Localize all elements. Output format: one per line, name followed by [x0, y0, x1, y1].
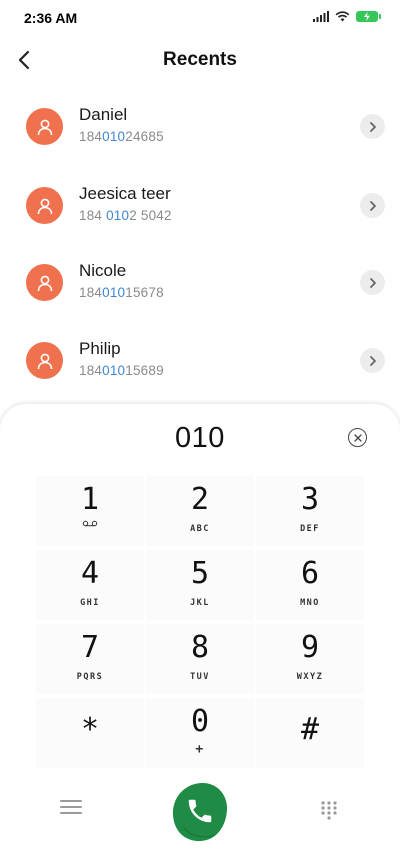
key-9[interactable]: 9 WXYZ [256, 624, 364, 694]
key-digit: # [300, 712, 320, 747]
key-3[interactable]: 3 DEF [256, 476, 364, 546]
key-letters: TUV [190, 672, 210, 682]
key-8[interactable]: 8 TUV [146, 624, 254, 694]
key-letters: JKL [190, 598, 210, 608]
key-7[interactable]: 7 PQRS [36, 624, 144, 694]
close-icon [353, 433, 362, 442]
key-letters: DEF [300, 524, 320, 534]
dialpad-toggle-button[interactable] [320, 800, 338, 820]
key-digit: 0 [190, 704, 210, 739]
phone-icon [188, 799, 212, 823]
key-digit: 1 [80, 482, 100, 517]
key-digit: * [80, 712, 100, 747]
key-6[interactable]: 6 MNO [256, 550, 364, 620]
menu-button[interactable] [60, 800, 82, 816]
key-hash[interactable]: # [256, 698, 364, 768]
avatar [26, 108, 63, 145]
menu-icon [60, 800, 82, 802]
key-letters: PQRS [76, 672, 104, 682]
key-letters: WXYZ [296, 672, 324, 682]
list-item[interactable]: Philip 18401015689 [0, 325, 400, 395]
contact-name: Jeesica teer [79, 184, 171, 203]
key-digit: 9 [300, 630, 320, 665]
chevron-right-icon [369, 200, 376, 211]
contact-name: Philip [79, 339, 121, 358]
key-digit: 5 [190, 556, 210, 591]
contact-number: 184 0102 5042 [79, 208, 172, 223]
key-digit: 6 [300, 556, 320, 591]
page-title: Recents [163, 49, 237, 70]
key-letters: ABC [190, 524, 210, 534]
status-icons [313, 11, 381, 22]
contact-detail-button[interactable] [360, 348, 385, 373]
status-time: 2:36 AM [24, 10, 78, 26]
chevron-right-icon [369, 355, 376, 366]
clear-button[interactable] [348, 428, 367, 447]
header: Recents [0, 38, 400, 84]
battery-icon [356, 11, 381, 22]
list-item[interactable]: Nicole 18401015678 [0, 247, 400, 317]
contact-name: Daniel [79, 105, 128, 124]
contact-number: 18401024685 [79, 129, 164, 144]
contact-number: 18401015678 [79, 285, 164, 300]
avatar [26, 264, 63, 301]
voicemail-icon [36, 520, 144, 531]
wifi-icon [335, 11, 350, 22]
key-letters: + [195, 742, 205, 757]
key-digit: 2 [190, 482, 210, 517]
list-item[interactable]: Daniel 18401024685 [0, 91, 400, 161]
key-0[interactable]: 0 + [146, 698, 254, 768]
call-button[interactable] [171, 780, 229, 844]
key-5[interactable]: 5 JKL [146, 550, 254, 620]
contact-detail-button[interactable] [360, 270, 385, 295]
key-digit: 7 [80, 630, 100, 665]
person-icon [37, 275, 52, 291]
dialpad-icon [321, 801, 337, 820]
contact-detail-button[interactable] [360, 114, 385, 139]
contact-name: Nicole [79, 261, 127, 280]
avatar [26, 187, 63, 224]
key-letters: MNO [300, 598, 320, 608]
key-digit: 8 [190, 630, 210, 665]
signal-icon [313, 11, 329, 22]
key-1[interactable]: 1 [36, 476, 144, 546]
key-digit: 3 [300, 482, 320, 517]
chevron-right-icon [369, 121, 376, 132]
avatar [26, 342, 63, 379]
dialed-number: 010 [175, 422, 225, 454]
person-icon [37, 119, 52, 135]
person-icon [37, 353, 52, 369]
contact-detail-button[interactable] [360, 193, 385, 218]
key-letters: GHI [80, 598, 100, 608]
key-digit: 4 [80, 556, 100, 591]
key-4[interactable]: 4 GHI [36, 550, 144, 620]
key-2[interactable]: 2 ABC [146, 476, 254, 546]
person-icon [37, 198, 52, 214]
key-star[interactable]: * [36, 698, 144, 768]
contact-number: 18401015689 [79, 363, 164, 378]
chevron-right-icon [369, 277, 376, 288]
status-bar: 2:36 AM [0, 0, 400, 38]
list-item[interactable]: Jeesica teer 184 0102 5042 [0, 170, 400, 240]
